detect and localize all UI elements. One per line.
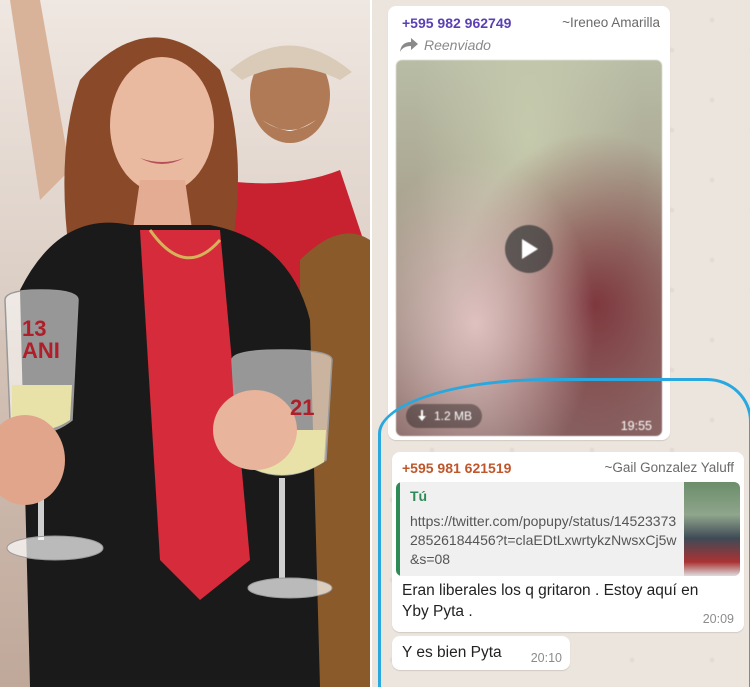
- message-bubble-forwarded-video[interactable]: +595 982 962749 ~Ireneo Amarilla Reenvia…: [388, 6, 670, 440]
- sender-name: ~Gail Gonzalez Yaluff: [604, 460, 734, 475]
- raised-arm: [10, 0, 70, 200]
- sender-phone[interactable]: +595 981 621519: [402, 460, 511, 476]
- quote-url[interactable]: https://twitter.com/popupy/status/145233…: [410, 512, 680, 569]
- video-size: 1.2 MB: [434, 409, 473, 423]
- quote-thumbnail[interactable]: [684, 482, 740, 576]
- left-photo: 13 ANI 21: [0, 0, 370, 687]
- glass-right-base: [247, 577, 333, 599]
- glass-left-print: 13 ANI: [22, 316, 60, 363]
- glass-left-base: [6, 535, 104, 561]
- message-time: 19:55: [620, 419, 652, 433]
- message-bubble-link-reply[interactable]: +595 981 621519 ~Gail Gonzalez Yaluff Tú…: [392, 452, 744, 632]
- message-text: Y es bien Pyta: [402, 644, 502, 661]
- quote-author: Tú: [410, 488, 428, 504]
- video-size-pill[interactable]: 1.2 MB: [406, 404, 483, 428]
- play-button[interactable]: [505, 225, 553, 273]
- message-time: 20:09: [702, 612, 734, 626]
- quoted-message[interactable]: Tú https://twitter.com/popupy/status/145…: [396, 482, 740, 576]
- video-thumbnail[interactable]: 1.2 MB 19:55: [396, 60, 662, 436]
- message-time: 20:10: [530, 651, 562, 665]
- play-icon: [522, 239, 538, 259]
- woman-face: [110, 57, 214, 193]
- glass-right-stem: [279, 478, 285, 578]
- sender-phone[interactable]: +595 982 962749: [402, 15, 511, 31]
- forwarded-text: Reenviado: [424, 37, 491, 53]
- forwarded-label: Reenviado: [400, 37, 491, 53]
- glass-right-print: 21: [290, 395, 315, 420]
- sender-name: ~Ireneo Amarilla: [562, 15, 660, 30]
- chat-panel: +595 982 962749 ~Ireneo Amarilla Reenvia…: [372, 0, 750, 687]
- message-text: Eran liberales los q gritaron . Estoy aq…: [402, 582, 699, 620]
- forward-icon: [400, 38, 418, 52]
- message-bubble-short[interactable]: Y es bien Pyta 20:10: [392, 636, 570, 670]
- hand-right: [213, 390, 297, 470]
- quote-bar: [396, 482, 400, 576]
- download-icon: [418, 410, 426, 421]
